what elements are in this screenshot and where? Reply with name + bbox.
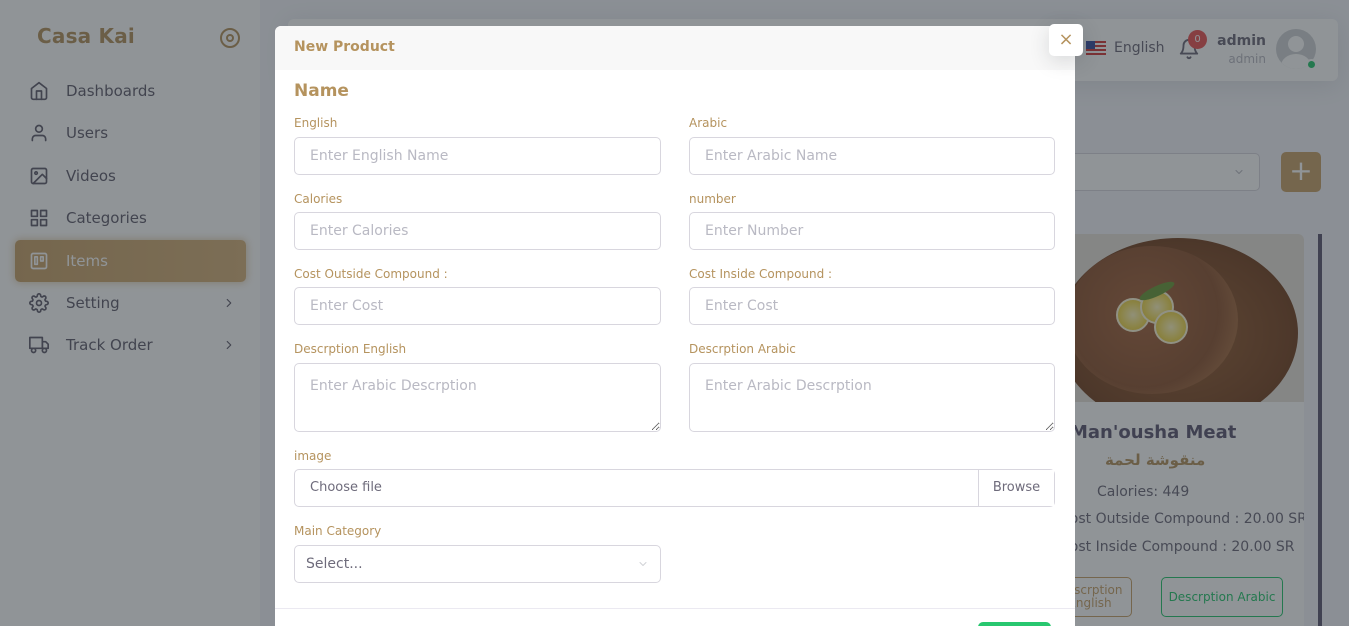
cost-inside-label: Cost Inside Compound : [689,267,833,281]
modal-title: New Product [294,39,395,55]
description-arabic-label: Descrption Arabic [689,342,796,356]
english-name-input[interactable] [294,137,661,175]
calories-label: Calories [294,192,343,206]
description-arabic-textarea[interactable] [689,363,1055,432]
image-file-input[interactable]: Choose file Browse [294,469,1055,507]
image-label: image [294,449,332,463]
cost-outside-label: Cost Outside Compound : [294,267,448,281]
english-name-label: English [294,116,338,130]
section-title-name: Name [294,81,349,101]
number-label: number [689,192,736,206]
new-product-modal: New Product Name English Arabic Calories… [275,26,1075,626]
file-input-text: Choose file [310,480,382,495]
browse-button[interactable]: Browse [978,470,1054,506]
main-category-value: Select... [306,556,363,572]
cost-inside-input[interactable] [689,287,1055,325]
chevron-down-icon [639,562,647,566]
number-input[interactable] [689,212,1055,250]
main-category-select[interactable]: Select... [294,545,661,583]
main-category-label: Main Category [294,524,382,538]
modal-header: New Product [275,26,1075,70]
cost-outside-input[interactable] [294,287,661,325]
description-english-label: Descrption English [294,342,407,356]
description-english-textarea[interactable] [294,363,661,432]
close-modal-button[interactable]: × [1049,24,1083,56]
submit-button[interactable] [978,622,1051,626]
modal-footer-divider [275,608,1075,609]
arabic-name-input[interactable] [689,137,1055,175]
calories-input[interactable] [294,212,661,250]
arabic-name-label: Arabic [689,116,728,130]
